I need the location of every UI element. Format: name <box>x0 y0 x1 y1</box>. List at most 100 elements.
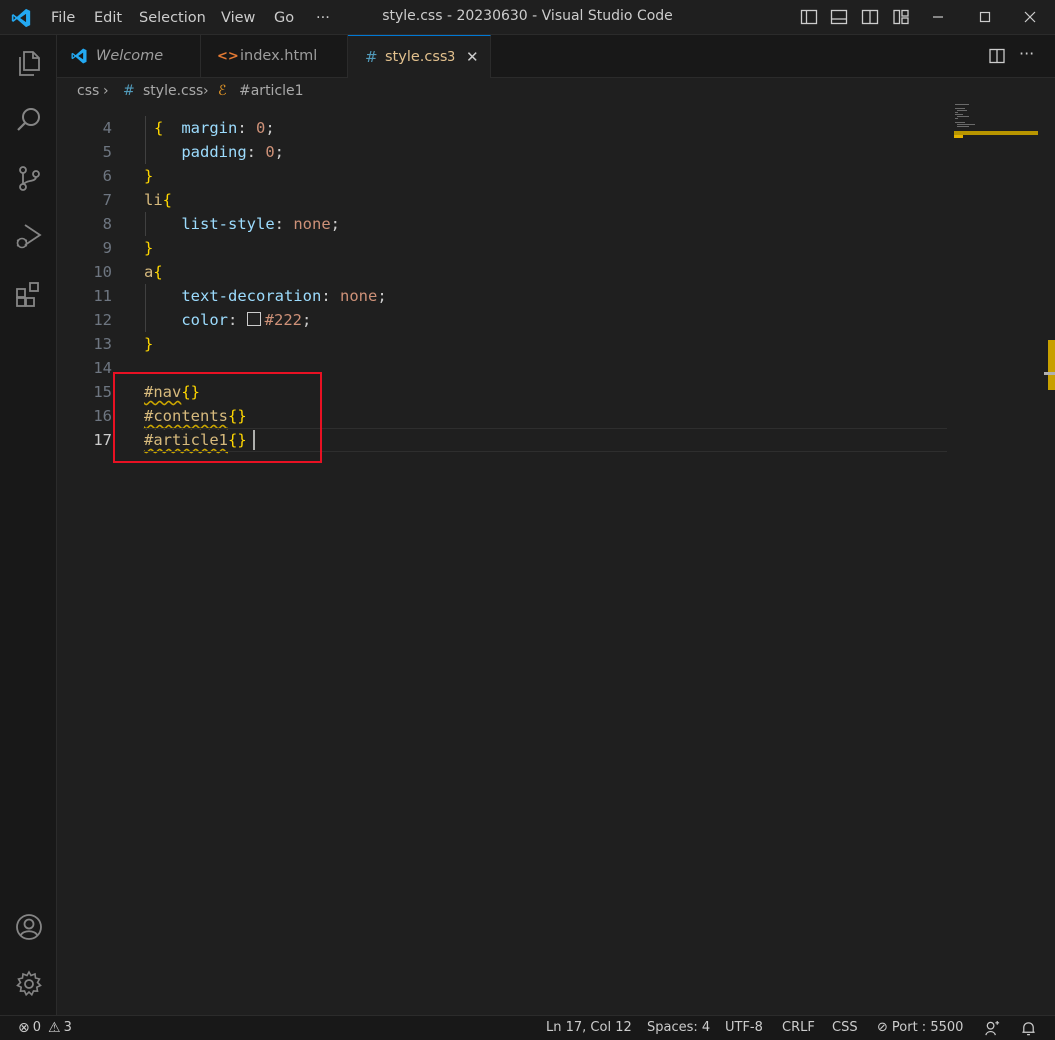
line-number: 15 <box>93 383 112 401</box>
tab-bar: Welcome <> index.html # style.css 3 ✕ ··… <box>57 35 1055 79</box>
scrollbar-warning-mark <box>1048 340 1055 390</box>
menu-view[interactable]: View <box>221 8 255 28</box>
code-line: 10 a{ <box>57 260 947 284</box>
line-number: 5 <box>102 143 112 161</box>
color-swatch[interactable] <box>246 312 261 326</box>
title-bar: File Edit Selection View Go ··· style.cs… <box>0 0 1055 35</box>
html-icon: <> <box>217 49 239 64</box>
search-icon[interactable] <box>14 105 44 135</box>
run-debug-icon[interactable] <box>14 221 44 251</box>
menu-file[interactable]: File <box>51 8 75 28</box>
vscode-icon <box>71 48 87 64</box>
code-text: padding: 0; <box>144 140 284 164</box>
line-number: 17 <box>93 431 112 449</box>
code-token: ; <box>330 215 340 233</box>
code-line: 8 list-style: none; <box>57 212 947 236</box>
menu-more[interactable]: ··· <box>316 8 330 28</box>
code-token: a <box>144 263 154 281</box>
code-line: 13} <box>57 332 947 356</box>
split-editor-icon[interactable] <box>988 47 1006 65</box>
code-text: list-style: none; <box>144 212 340 236</box>
menu-go[interactable]: Go <box>274 8 294 28</box>
symbol-selector-icon: ℰ <box>218 83 227 99</box>
code-token: none <box>293 215 331 233</box>
code-text: text-decoration: none; <box>144 284 386 308</box>
code-text: color: #222; <box>144 308 311 332</box>
code-token: : <box>228 311 247 329</box>
tab-welcome[interactable]: Welcome <box>57 35 201 78</box>
minimize-icon[interactable] <box>929 8 947 26</box>
code-text: } <box>144 332 153 356</box>
warning-count: 3 <box>63 1020 72 1035</box>
accounts-icon[interactable] <box>14 912 44 942</box>
code-line: 11 text-decoration: none; <box>57 284 947 308</box>
line-number: 4 <box>102 119 112 137</box>
tab-style-css-label: style.css <box>385 49 448 65</box>
code-line: 12 color: #222; <box>57 308 947 332</box>
close-tab-icon[interactable]: ✕ <box>466 36 479 79</box>
css-hash-icon: # <box>365 48 378 66</box>
error-count: 0 <box>32 1020 42 1035</box>
code-token: ; <box>302 311 312 329</box>
tab-style-css[interactable]: # style.css 3 ✕ <box>348 35 491 79</box>
breadcrumb-file[interactable]: style.css <box>143 78 203 104</box>
tab-index-html[interactable]: <> index.html <box>201 35 348 78</box>
line-number: 9 <box>102 239 112 257</box>
code-token: } <box>144 239 154 257</box>
code-line: 4 margin: 0; <box>57 116 947 140</box>
annotation-highlight-box <box>113 372 322 463</box>
code-token: { <box>162 191 173 209</box>
notifications-bell-icon[interactable] <box>1020 1020 1037 1037</box>
code-line: 7 li{ <box>57 188 947 212</box>
code-token: } <box>144 335 154 353</box>
code-token: margin <box>181 119 238 137</box>
code-text: a{ <box>144 260 163 284</box>
line-number: 16 <box>93 407 112 425</box>
more-actions-icon[interactable]: ··· <box>1019 44 1034 63</box>
close-window-icon[interactable] <box>1021 8 1039 26</box>
language-mode[interactable]: CSS <box>832 1016 858 1040</box>
breadcrumb-separator: › <box>203 83 209 99</box>
error-icon: ⊗ <box>18 1020 30 1036</box>
breadcrumb-separator: › <box>103 83 109 99</box>
code-token: 0 <box>265 143 275 161</box>
problems-indicator[interactable]: ⊗ 0 ⚠ 3 <box>18 1016 72 1040</box>
code-token: { <box>153 263 163 281</box>
encoding[interactable]: UTF-8 <box>725 1016 763 1040</box>
feedback-icon[interactable] <box>984 1020 1001 1037</box>
code-line: 9} <box>57 236 947 260</box>
indentation[interactable]: Spaces: 4 <box>647 1016 710 1040</box>
problem-count-badge: 3 <box>447 50 456 65</box>
cursor-position[interactable]: Ln 17, Col 12 <box>546 1016 632 1040</box>
code-text: li{ <box>144 188 172 212</box>
code-editor[interactable]: { 4 margin: 0; 5 padding: 0; 6} 7 li{8 list-… <box>57 104 1055 1015</box>
extensions-icon[interactable] <box>14 280 44 310</box>
toggle-panel-icon[interactable] <box>830 8 848 26</box>
line-number: 13 <box>93 335 112 353</box>
maximize-icon[interactable] <box>976 8 994 26</box>
partial-code-line: { <box>154 119 164 137</box>
css-file-icon: # <box>123 83 135 99</box>
end-of-line[interactable]: CRLF <box>782 1016 815 1040</box>
code-text: margin: 0; <box>144 116 274 140</box>
customize-layout-icon[interactable] <box>892 8 910 26</box>
menu-edit[interactable]: Edit <box>94 8 122 28</box>
menu-selection[interactable]: Selection <box>139 8 206 28</box>
status-bar: ⊗ 0 ⚠ 3 Ln 17, Col 12 Spaces: 4 UTF-8 CR… <box>0 1015 1055 1040</box>
breadcrumb-symbol[interactable]: #article1 <box>239 78 304 104</box>
code-token: } <box>144 167 154 185</box>
toggle-secondary-sidebar-icon[interactable] <box>861 8 879 26</box>
line-number: 12 <box>93 311 112 329</box>
breadcrumb-folder[interactable]: css <box>77 78 99 104</box>
code-token: padding <box>181 143 247 161</box>
source-control-icon[interactable] <box>14 163 44 193</box>
activity-bar <box>0 35 57 1015</box>
settings-gear-icon[interactable] <box>14 969 44 999</box>
live-server-port[interactable]: ⊘ Port : 5500 <box>877 1016 963 1040</box>
explorer-icon[interactable] <box>14 48 44 78</box>
minimap-slider[interactable] <box>954 131 1038 135</box>
toggle-primary-sidebar-icon[interactable] <box>800 8 818 26</box>
